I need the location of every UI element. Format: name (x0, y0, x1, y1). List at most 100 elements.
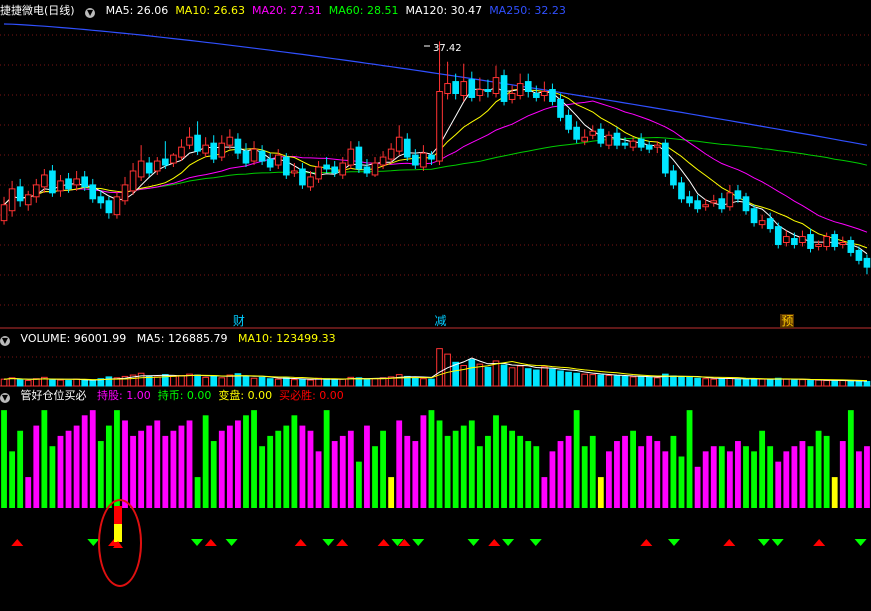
candle-body (629, 140, 637, 148)
volume-bar (855, 380, 863, 387)
position-bar (130, 435, 136, 508)
position-bar (485, 435, 491, 508)
volume-bar (621, 375, 629, 387)
position-bar (517, 435, 524, 508)
volume-bar (218, 377, 226, 387)
position-bar (210, 441, 217, 508)
position-bar (468, 420, 475, 508)
position-bar (855, 451, 862, 508)
candle-body (0, 204, 8, 222)
position-bar (759, 430, 766, 508)
candle-body (153, 160, 161, 172)
volume-bar (282, 377, 290, 387)
position-bar (807, 446, 814, 508)
position-bar (597, 477, 604, 508)
candle-body (662, 142, 669, 174)
position-bar (299, 425, 306, 508)
event-marker[interactable]: 财 (232, 314, 246, 328)
position-bar (380, 430, 386, 508)
candle-body (791, 238, 798, 245)
volume-bar (210, 375, 218, 387)
volume-bar (81, 379, 89, 387)
candle-body (645, 144, 653, 150)
candle-body (307, 176, 314, 188)
volume-bar (0, 378, 8, 387)
position-bar (638, 446, 645, 508)
candle-body (549, 89, 556, 102)
position-bar (355, 461, 362, 508)
candle-body (412, 154, 419, 166)
position-bar (226, 425, 233, 508)
volume-bar (73, 378, 80, 387)
position-bar (396, 420, 403, 508)
candle-body (589, 130, 597, 136)
position-bar (815, 430, 822, 508)
candle-body (32, 184, 40, 198)
candle-body (605, 134, 613, 146)
indicator-value: 买必胜: 0.00 (279, 389, 344, 402)
ma-legend-item: MA5: 26.06 (105, 4, 169, 17)
volume-bar (371, 378, 379, 387)
candle-body (565, 114, 572, 130)
position-bar (186, 420, 193, 508)
volume-bar (718, 378, 726, 387)
volume-bar (702, 378, 709, 387)
event-marker[interactable]: 预 (780, 314, 795, 328)
candle-body (637, 138, 645, 148)
candle-body (766, 218, 774, 230)
ma-legend-item: MA250: 32.23 (489, 4, 566, 17)
volume-dropdown-icon[interactable]: ▼ (0, 336, 10, 346)
candle-body (678, 182, 685, 200)
candle-body (291, 170, 298, 174)
volume-bar (581, 373, 589, 387)
candle-body (621, 142, 629, 146)
volume-bar (266, 378, 274, 387)
ma-legend-item: MA20: 27.31 (252, 4, 322, 17)
position-bar (743, 446, 749, 508)
position-bar (783, 451, 790, 508)
volume-bar (299, 378, 306, 387)
candle-body (186, 136, 193, 146)
volume-bar (363, 378, 371, 387)
candle-body (855, 249, 863, 261)
position-bar (823, 435, 830, 508)
ma-legend: MA5: 26.06 MA10: 26.63 MA20: 27.31 MA60: 28… (106, 4, 573, 17)
indicator-name: 管好仓位买必 (20, 389, 87, 402)
position-bar (307, 430, 314, 508)
candle-body (492, 77, 500, 94)
volume-bar (532, 369, 540, 387)
volume-bar (24, 380, 32, 387)
volume-bar (250, 377, 258, 387)
position-bar (105, 425, 112, 508)
volume-bar (339, 378, 347, 387)
sell-signal-marker (225, 539, 238, 546)
candle-body (331, 166, 339, 174)
candle-body (742, 196, 750, 212)
position-bar (81, 415, 88, 508)
position-bar (73, 425, 80, 508)
position-bar (751, 451, 757, 508)
position-bar (767, 446, 774, 508)
volume-bar (750, 378, 758, 387)
position-bar (243, 415, 249, 508)
candle-body (799, 236, 806, 244)
position-bar (146, 425, 153, 508)
position-bar (839, 441, 846, 508)
volume-bar (831, 380, 839, 387)
position-bar (17, 430, 24, 508)
volume-bar (734, 378, 742, 387)
volume-bar (710, 378, 718, 387)
volume-bar (541, 366, 548, 387)
volume-bar (194, 374, 201, 387)
indicator-dropdown-icon[interactable]: ▼ (0, 393, 10, 403)
candle-body (750, 208, 758, 224)
position-bar (97, 441, 104, 508)
candle-body (137, 160, 145, 178)
dropdown-toggle-icon[interactable]: ▼ (85, 8, 96, 18)
candle-body (613, 132, 621, 146)
sell-signal-marker (757, 539, 770, 546)
volume-bar (815, 379, 822, 387)
volume-bar (742, 379, 750, 387)
sell-signal-marker (412, 539, 425, 546)
event-marker[interactable]: 减 (434, 314, 448, 328)
